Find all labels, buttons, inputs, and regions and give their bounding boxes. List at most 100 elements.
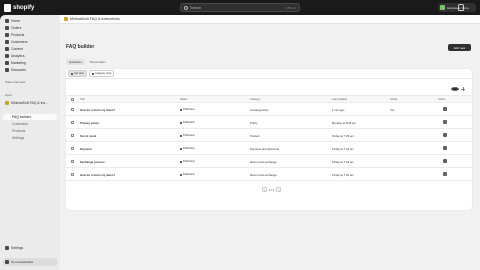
- tab-questions[interactable]: Questions: [66, 59, 85, 65]
- tab-placeholders[interactable]: Placeholders: [87, 59, 109, 65]
- sales-channels-heading[interactable]: Sales channels: [5, 80, 25, 84]
- edit-icon[interactable]: [443, 159, 447, 163]
- sidebar: Home Orders Products Customers Content A…: [0, 15, 60, 270]
- column-header[interactable]: Status: [180, 98, 187, 101]
- sidebar-subitem-customize[interactable]: Customize: [3, 121, 57, 127]
- app-icon: [5, 101, 9, 105]
- row-checkbox[interactable]: [71, 173, 74, 176]
- table-tools: [66, 87, 472, 93]
- non-transferable-notice[interactable]: Non-transferable: [3, 258, 57, 266]
- list-view-button[interactable]: List view: [68, 70, 87, 77]
- shopping-bag-icon: [4, 3, 11, 12]
- home-icon: [5, 19, 9, 23]
- sidebar-item-marketing[interactable]: Marketing: [3, 60, 57, 66]
- row-checkbox[interactable]: [71, 121, 74, 124]
- sidebar-subitem-faq-builder[interactable]: FAQ builder: [3, 114, 57, 120]
- sort-icon[interactable]: [461, 87, 465, 91]
- sidebar-item-analytics[interactable]: Analytics: [3, 53, 57, 59]
- search-icon: [184, 5, 188, 10]
- sidebar-item-products[interactable]: Products: [3, 32, 57, 38]
- table-row[interactable]: Payment Published Payment and discounts …: [66, 142, 472, 155]
- table-row[interactable]: Privacy policy Published Policy Monday a…: [66, 116, 472, 129]
- row-checkbox[interactable]: [71, 147, 74, 150]
- table-row[interactable]: How do I return my items? Published Unca…: [66, 103, 472, 116]
- sidebar-item-orders[interactable]: Orders: [3, 25, 57, 31]
- table-row[interactable]: Out of stock Published Product Friday at…: [66, 129, 472, 142]
- status-badge: Published: [180, 147, 194, 150]
- faq-table-card: List view Category view Title Status Cat…: [66, 69, 472, 210]
- row-updated: Friday at 7:34 am: [332, 147, 354, 151]
- row-category: Product: [250, 134, 260, 138]
- sidebar-item-label: MinimalSoft FAQ & Ins...: [11, 101, 48, 105]
- sidebar-item-content[interactable]: Content: [3, 46, 57, 52]
- column-header[interactable]: Title: [80, 98, 85, 101]
- search-input[interactable]: Search CTRL K: [180, 3, 300, 12]
- row-checkbox[interactable]: [71, 134, 74, 137]
- view-filter-row: List view Category view: [66, 69, 472, 79]
- bell-icon[interactable]: [458, 4, 464, 11]
- shopify-logo[interactable]: shopify: [4, 3, 34, 12]
- row-title[interactable]: How do I return my items?: [80, 173, 115, 177]
- app-icon: [64, 17, 68, 21]
- store-switcher[interactable]: Hal jewels Store: [438, 3, 476, 12]
- sidebar-item-label: Orders: [11, 26, 22, 30]
- sidebar-item-customers[interactable]: Customers: [3, 39, 57, 45]
- orders-icon: [5, 26, 9, 30]
- category-view-button[interactable]: Category view: [88, 70, 115, 77]
- row-updated: 1 min ago: [332, 108, 345, 112]
- status-dot: [180, 160, 182, 163]
- row-title[interactable]: Out of stock: [80, 134, 96, 138]
- search-icon[interactable]: [451, 87, 459, 91]
- sidebar-item-label: FAQ builder: [12, 115, 32, 119]
- table-row[interactable]: Exchange process Published Return and ex…: [66, 155, 472, 168]
- row-title[interactable]: How do I return my items?: [80, 108, 115, 112]
- sidebar-item-discounts[interactable]: Discounts: [3, 67, 57, 73]
- row-title[interactable]: Exchange process: [80, 160, 105, 164]
- status-badge: Published: [180, 173, 194, 176]
- row-category: Uncategorized: [250, 108, 269, 112]
- app-header-name: MinimalSoft FAQ & Instructions: [70, 17, 120, 21]
- sidebar-item-home[interactable]: Home: [3, 18, 57, 24]
- sidebar-item-label: Marketing: [11, 61, 26, 65]
- row-title[interactable]: Privacy policy: [80, 121, 99, 125]
- apps-heading[interactable]: Apps: [5, 93, 12, 97]
- person-icon: [5, 40, 9, 44]
- select-all-checkbox[interactable]: [71, 98, 74, 101]
- sidebar-item-label: Home: [11, 19, 21, 23]
- add-new-button[interactable]: Add new: [448, 44, 471, 51]
- row-updated: Friday at 7:34 am: [332, 160, 354, 164]
- column-header[interactable]: Category: [250, 98, 261, 101]
- edit-icon[interactable]: [443, 172, 447, 176]
- column-header[interactable]: Last updated: [332, 98, 347, 101]
- edit-icon[interactable]: [443, 107, 447, 111]
- status-badge: Published: [180, 108, 194, 111]
- search-shortcut: CTRL K: [285, 5, 296, 10]
- sidebar-item-label: Discounts: [11, 68, 26, 72]
- row-updated: Monday at 8:44 am: [332, 121, 356, 125]
- row-checkbox[interactable]: [71, 108, 74, 111]
- sidebar-item-label: Analytics: [11, 54, 25, 58]
- row-category: Return and exchange: [250, 173, 277, 177]
- tag-icon: [5, 33, 9, 37]
- next-page-button[interactable]: ›: [276, 187, 282, 192]
- column-header[interactable]: Action: [438, 98, 445, 101]
- edit-icon[interactable]: [443, 133, 447, 137]
- sidebar-item-app[interactable]: MinimalSoft FAQ & Ins...: [3, 100, 57, 106]
- sidebar-item-settings[interactable]: Settings: [3, 245, 57, 251]
- sidebar-subitem-products[interactable]: Products: [3, 128, 57, 134]
- edit-icon[interactable]: [443, 146, 447, 150]
- sidebar-subitem-settings[interactable]: Settings: [3, 135, 57, 141]
- prev-page-button[interactable]: ‹: [262, 187, 267, 192]
- row-category: Return and exchange: [250, 160, 277, 164]
- table-row[interactable]: How do I return my items? Published Retu…: [66, 168, 472, 181]
- search-placeholder: Search: [190, 5, 202, 10]
- status-dot: [180, 173, 182, 176]
- sidebar-subitem-unnamed[interactable]: [3, 107, 57, 113]
- column-header[interactable]: Sortby: [390, 98, 398, 101]
- row-checkbox[interactable]: [71, 160, 74, 163]
- edit-icon[interactable]: [443, 120, 447, 124]
- notice-label: Non-transferable: [11, 260, 34, 264]
- pagination: ‹ 1 / 1 ›: [262, 187, 282, 192]
- page-indicator: 1 / 1: [269, 187, 275, 192]
- row-title[interactable]: Payment: [80, 147, 92, 151]
